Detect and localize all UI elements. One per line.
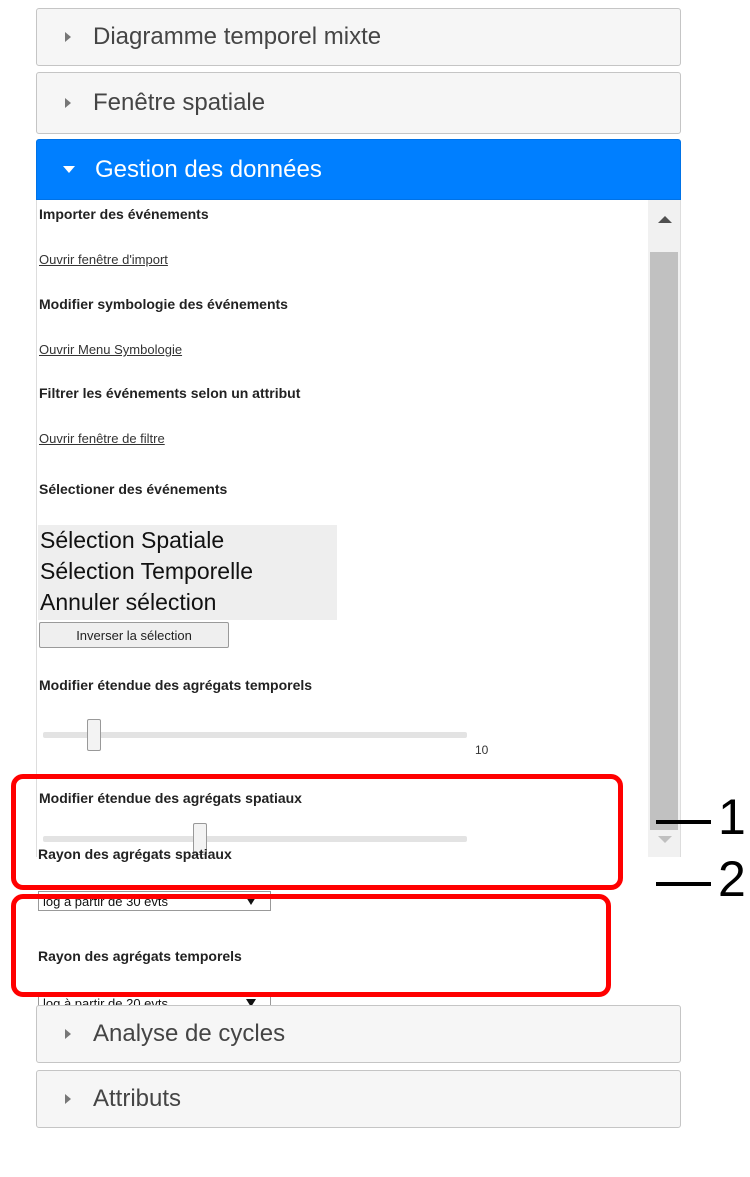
scrollbar-thumb[interactable] <box>650 252 678 830</box>
selection-option-spatial[interactable]: Sélection Spatiale <box>40 525 337 556</box>
selection-listbox[interactable]: Sélection Spatiale Sélection Temporelle … <box>38 525 337 620</box>
callout-line-2 <box>656 882 711 886</box>
scroll-up-arrow-icon[interactable] <box>658 216 672 223</box>
temporal-extent-heading: Modifier étendue des agrégats temporels <box>39 677 313 693</box>
caret-right-icon <box>65 1094 71 1104</box>
accordion-header-label: Attributs <box>93 1085 182 1112</box>
accordion-header-label: Diagramme temporel mixte <box>93 23 382 50</box>
selection-option-cancel[interactable]: Annuler sélection <box>40 587 337 618</box>
filter-link[interactable]: Ouvrir fenêtre de filtre <box>39 431 165 446</box>
highlight-box-1 <box>11 774 623 890</box>
temporal-extent-value: 10 <box>475 743 489 757</box>
accordion-header-gestion[interactable]: Gestion des données <box>36 139 681 200</box>
import-link[interactable]: Ouvrir fenêtre d'import <box>39 252 168 267</box>
temporal-extent-slider[interactable] <box>43 732 467 738</box>
accordion-header-diagramme[interactable]: Diagramme temporel mixte <box>36 8 681 66</box>
accordion-header-attributs[interactable]: Attributs <box>36 1070 681 1128</box>
symbology-heading: Modifier symbologie des événements <box>39 296 288 312</box>
caret-right-icon <box>65 32 71 42</box>
select-heading: Sélectioner des événements <box>39 481 228 497</box>
highlight-box-2 <box>11 894 611 997</box>
panel-content: Importer des événements Ouvrir fenêtre d… <box>37 200 647 857</box>
selection-option-temporal[interactable]: Sélection Temporelle <box>40 556 337 587</box>
symbology-link[interactable]: Ouvrir Menu Symbologie <box>39 342 182 357</box>
caret-down-icon <box>63 166 75 173</box>
scroll-down-arrow-icon[interactable] <box>658 836 672 843</box>
callout-number-1: 1 <box>718 789 746 845</box>
accordion-header-fenetre[interactable]: Fenêtre spatiale <box>36 72 681 134</box>
callout-number-2: 2 <box>718 851 746 907</box>
accordion-header-label: Gestion des données <box>95 155 322 183</box>
accordion-header-label: Analyse de cycles <box>93 1020 286 1047</box>
temporal-extent-slider-handle[interactable] <box>86 719 101 751</box>
accordion-header-cycles[interactable]: Analyse de cycles <box>36 1005 681 1063</box>
accordion-header-label: Fenêtre spatiale <box>93 89 266 116</box>
panel-scrollbar[interactable] <box>648 200 680 857</box>
caret-right-icon <box>65 1029 71 1039</box>
filter-heading: Filtrer les événements selon un attribut <box>39 385 301 401</box>
gestion-panel: Importer des événements Ouvrir fenêtre d… <box>36 200 681 857</box>
caret-right-icon <box>65 98 71 108</box>
callout-line-1 <box>656 820 711 824</box>
invert-selection-button[interactable]: Inverser la sélection <box>39 622 229 648</box>
import-heading: Importer des événements <box>39 206 209 222</box>
